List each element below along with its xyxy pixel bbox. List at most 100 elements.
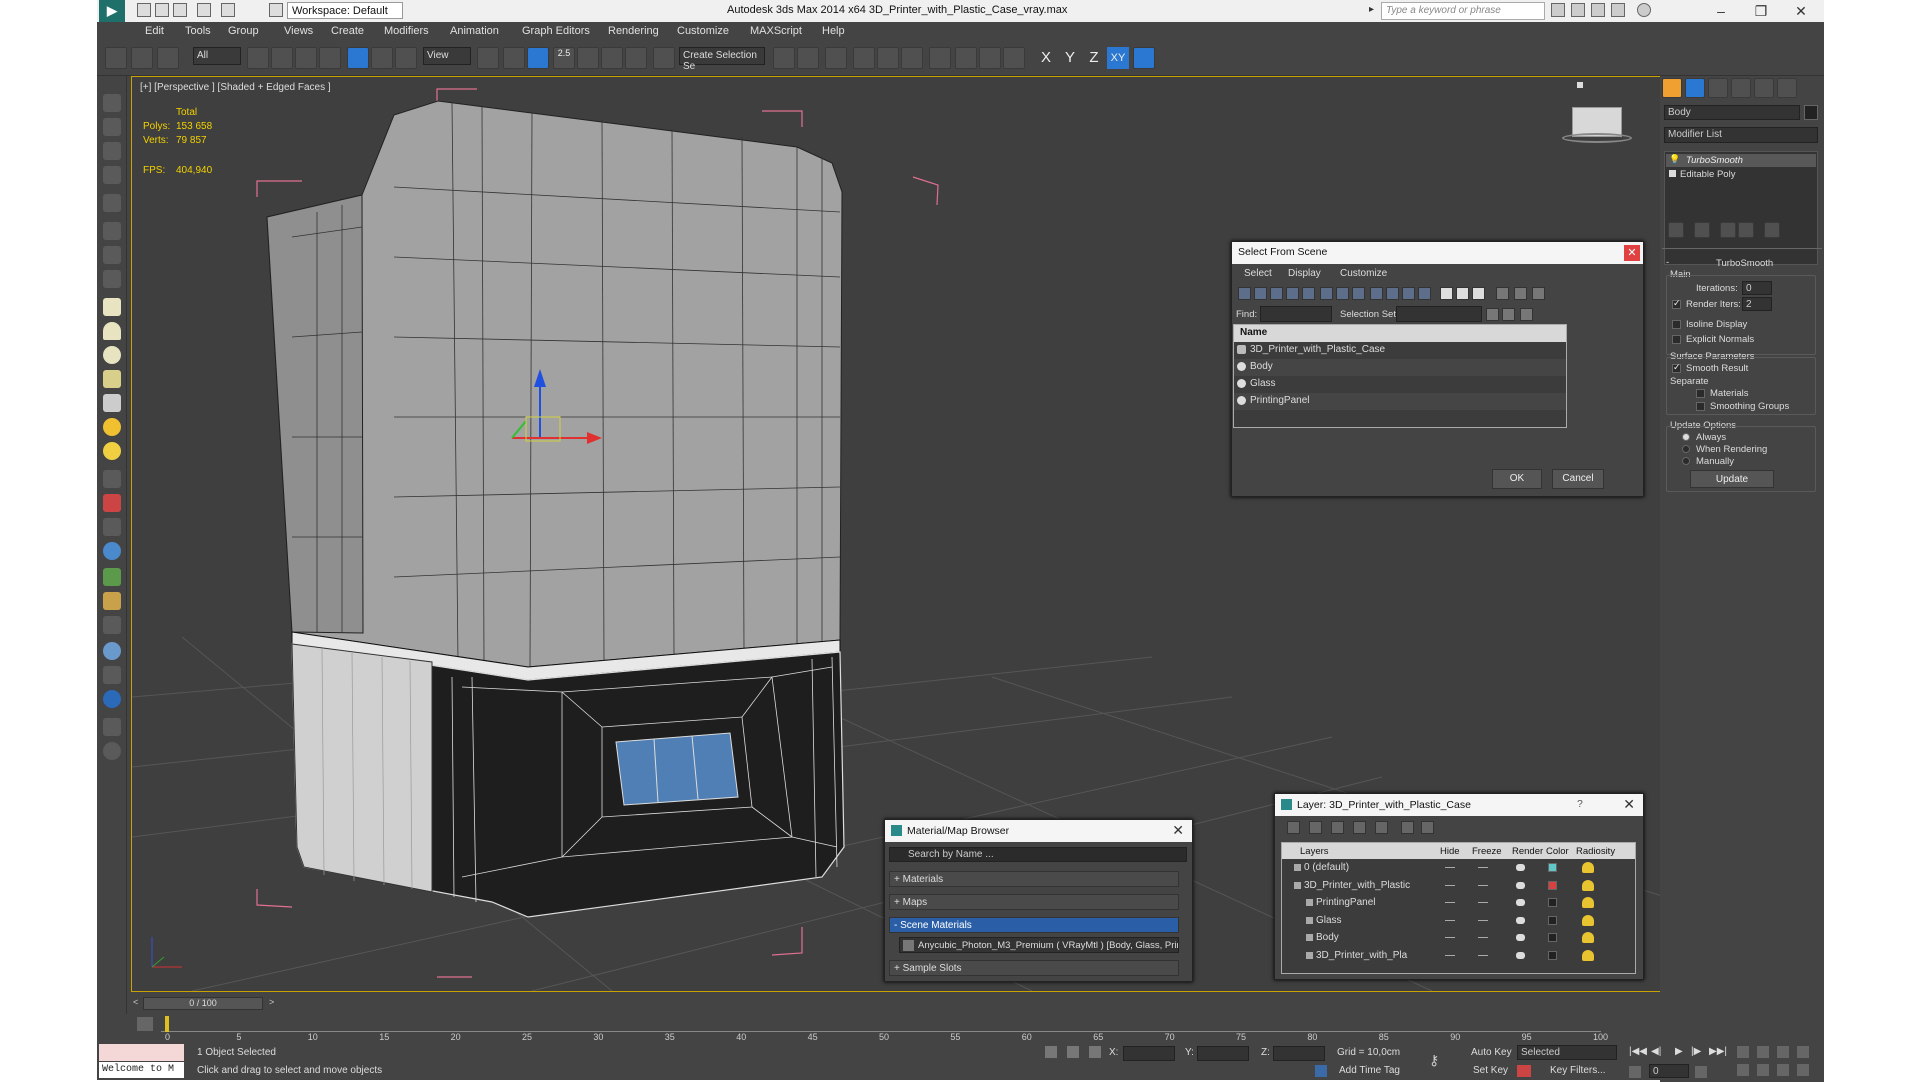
select-in-layer-icon[interactable]	[1353, 821, 1366, 834]
plane-icon[interactable]	[103, 298, 121, 316]
isoline-display-checkbox[interactable]	[1672, 320, 1681, 329]
menu-display[interactable]: Display	[1288, 268, 1321, 279]
axis-y-button[interactable]: Y	[1059, 47, 1081, 69]
cancel-button[interactable]: Cancel	[1552, 469, 1604, 489]
globe-icon[interactable]	[103, 542, 121, 560]
filter-groups-icon[interactable]	[1336, 287, 1349, 300]
filter-bones-icon[interactable]	[1370, 287, 1383, 300]
curve-editor-mini-icon[interactable]	[137, 1017, 153, 1031]
redo-icon[interactable]	[221, 3, 235, 17]
radiosity-icon[interactable]	[1582, 932, 1594, 943]
utilities-tab-icon[interactable]	[1777, 78, 1797, 98]
x-coord-field[interactable]	[1123, 1046, 1175, 1061]
go-to-end-icon[interactable]: ▶▶|	[1709, 1046, 1727, 1057]
render-teapot-icon[interactable]	[1516, 916, 1525, 924]
pivot-center-icon[interactable]	[477, 47, 499, 69]
make-unique-icon[interactable]	[1720, 222, 1736, 238]
filter-containers-icon[interactable]	[1386, 287, 1399, 300]
explicit-normals-checkbox[interactable]	[1672, 335, 1681, 344]
mental-ray-icon[interactable]	[103, 642, 121, 660]
current-frame-field[interactable]: 0	[1649, 1064, 1689, 1078]
rendered-frame-icon[interactable]	[979, 47, 1001, 69]
menu-maxscript[interactable]: MAXScript	[750, 25, 802, 37]
layer-expand-icon[interactable]	[1294, 881, 1301, 889]
menu-views[interactable]: Views	[284, 25, 313, 37]
key-icon[interactable]: ⚷	[1429, 1052, 1439, 1069]
stack-item-editable-poly[interactable]: Editable Poly	[1666, 168, 1816, 181]
modifier-list-dropdown[interactable]: Modifier List	[1664, 127, 1818, 143]
select-object-icon[interactable]	[247, 47, 269, 69]
material-item[interactable]: Anycubic_Photon_M3_Premium ( VRayMtl ) […	[899, 937, 1179, 953]
stack-item-turbosmooth[interactable]: 💡 TurboSmooth	[1666, 154, 1816, 167]
pin-stack-icon[interactable]	[1668, 222, 1684, 238]
foliage-icon[interactable]	[103, 568, 121, 586]
y-coord-field[interactable]	[1197, 1046, 1249, 1061]
freeze-toggle[interactable]	[1478, 919, 1488, 921]
selection-filter-dropdown[interactable]: All	[193, 47, 241, 65]
viewcube-ring[interactable]	[1562, 133, 1632, 143]
list-item[interactable]: Body	[1234, 359, 1566, 376]
configure-sets-icon[interactable]	[1764, 222, 1780, 238]
field-of-view-icon[interactable]	[1737, 1064, 1749, 1076]
layer-table[interactable]: Layers Hide Freeze Render Color Radiosit…	[1281, 842, 1636, 974]
filter-geometry-icon[interactable]	[1238, 287, 1251, 300]
col-render[interactable]: Render	[1512, 846, 1543, 857]
curve-editor-icon[interactable]	[877, 47, 899, 69]
lightbulb-icon[interactable]: 💡	[1669, 154, 1680, 165]
hemisphere-icon[interactable]	[103, 322, 121, 340]
hide-toggle[interactable]	[1445, 884, 1455, 886]
cloth-icon[interactable]	[103, 616, 121, 634]
app-logo-icon[interactable]: ▶	[99, 0, 125, 22]
menu-graph-editors[interactable]: Graph Editors	[522, 25, 590, 37]
isolate-selection-icon[interactable]	[1045, 1046, 1057, 1058]
list-item[interactable]: 3D_Printer_with_Plastic_Case	[1234, 342, 1566, 359]
layer-expand-icon[interactable]	[1306, 916, 1313, 924]
hide-toggle[interactable]	[1445, 919, 1455, 921]
radiosity-icon[interactable]	[1582, 949, 1594, 961]
close-icon[interactable]: ✕	[1172, 822, 1184, 839]
add-time-tag[interactable]: Add Time Tag	[1339, 1065, 1400, 1076]
filter-funnel-icon[interactable]	[1496, 287, 1509, 300]
link-icon[interactable]	[105, 47, 127, 69]
menu-rendering[interactable]: Rendering	[608, 25, 659, 37]
zoom-extents-all-icon[interactable]	[1797, 1046, 1809, 1058]
hide-all-icon[interactable]	[1401, 821, 1414, 834]
key-mode-toggle-icon[interactable]	[1629, 1066, 1641, 1078]
render-production-icon[interactable]	[1003, 47, 1025, 69]
layer-row[interactable]: PrintingPanel	[1282, 895, 1635, 912]
list-header[interactable]: Name	[1234, 325, 1566, 342]
hide-toggle[interactable]	[1445, 937, 1455, 938]
sun-icon[interactable]	[103, 418, 121, 436]
helper-icon[interactable]	[103, 246, 121, 264]
list-item[interactable]: PrintingPanel	[1234, 393, 1566, 410]
render-iters-spinner[interactable]: 2	[1742, 297, 1772, 311]
prev-key-icon[interactable]: ◀|	[1651, 1046, 1661, 1057]
render-setup-icon[interactable]	[955, 47, 977, 69]
modify-tab-icon[interactable]	[1685, 78, 1705, 98]
freeze-all-icon[interactable]	[1421, 821, 1434, 834]
layer-color-swatch[interactable]	[1548, 880, 1557, 890]
rotate-icon[interactable]	[371, 47, 393, 69]
filter-shapes-icon[interactable]	[1254, 287, 1267, 300]
mirror-icon[interactable]	[773, 47, 795, 69]
manually-radio[interactable]	[1682, 457, 1690, 465]
col-color[interactable]: Color	[1546, 846, 1569, 857]
go-to-start-icon[interactable]: |◀◀	[1629, 1046, 1647, 1057]
display-invert-icon[interactable]	[1472, 287, 1485, 300]
columns-icon[interactable]	[1532, 287, 1545, 300]
render-teapot-icon[interactable]	[1516, 951, 1525, 959]
display-icon[interactable]	[103, 718, 121, 736]
selection-set-remove-icon[interactable]	[1502, 308, 1515, 321]
always-radio[interactable]	[1682, 433, 1690, 441]
maximize-button[interactable]: ❐	[1747, 1, 1775, 21]
delete-layer-icon[interactable]	[1309, 821, 1322, 834]
motion-tab-icon[interactable]	[1731, 78, 1751, 98]
freeze-toggle[interactable]	[1478, 884, 1488, 886]
zoom-extents-icon[interactable]	[1777, 1046, 1789, 1058]
ok-button[interactable]: OK	[1492, 469, 1542, 489]
subscription-icon[interactable]	[1571, 3, 1585, 17]
menu-tools[interactable]: Tools	[185, 25, 211, 37]
close-button[interactable]: ✕	[1787, 1, 1815, 21]
key-filter-icon[interactable]	[1517, 1065, 1531, 1077]
play-icon[interactable]: ▶	[1675, 1046, 1683, 1057]
